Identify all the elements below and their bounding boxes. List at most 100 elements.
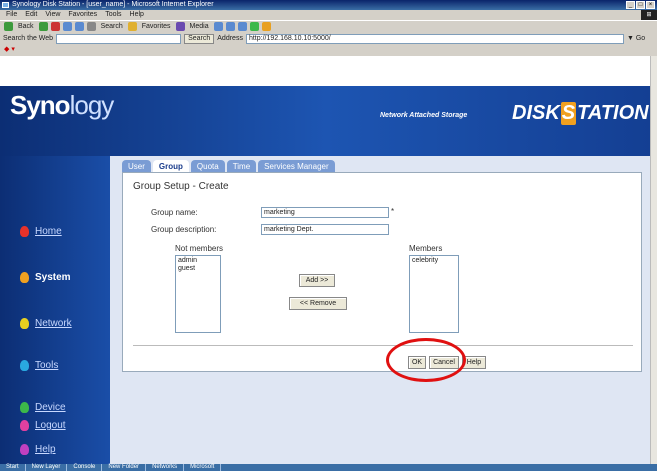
ds-logo-right: TATION [577,102,649,124]
refresh-icon[interactable] [62,22,72,31]
ds-logo-left: DISK [512,102,560,124]
favorites-icon[interactable] [127,22,137,31]
taskbar-item[interactable]: Networks [146,464,185,471]
links-bar: ◆ ▾ [0,45,657,55]
window-controls: _ □ × [626,1,655,9]
browser-toolbar: Back Search Favorites Media [0,20,657,32]
nav-item-tools[interactable]: Tools [20,360,58,371]
search-web-label: Search the Web [3,35,54,42]
synology-logo: Synology [10,90,115,121]
ds-logo-s: S [560,102,577,125]
search-button[interactable]: Search [99,23,125,30]
device-icon [20,402,29,413]
window-titlebar: Synology Disk Station - [user_name] - Mi… [0,0,657,10]
system-icon [20,272,29,283]
search-web-button[interactable]: Search [184,33,215,44]
taskbar-start[interactable]: Start [0,464,26,471]
list-item[interactable]: guest [178,265,218,273]
members-list[interactable]: celebrity [409,255,459,333]
menu-favorites[interactable]: Favorites [68,10,97,20]
menu-tools[interactable]: Tools [105,10,121,20]
taskbar-item[interactable]: New Layer [26,464,68,471]
nav-item-label: Home [35,226,62,237]
search-web-input[interactable] [56,33,182,44]
forward-icon[interactable] [38,22,48,31]
ie-icon [2,2,9,8]
group-name-label: Group name: [151,208,198,217]
address-label: Address [217,35,243,42]
group-setup-panel: Group Setup - Create Group name: marketi… [122,172,642,372]
nav-item-system[interactable]: System [20,272,71,283]
favorites-button[interactable]: Favorites [140,23,173,30]
maximize-icon[interactable]: □ [636,1,645,9]
help-icon [20,444,29,455]
not-members-list[interactable]: admin guest [175,255,221,333]
stop-icon[interactable] [50,22,60,31]
cancel-button[interactable]: Cancel [429,356,459,369]
search-icon[interactable] [86,22,96,31]
back-button[interactable]: Back [16,23,36,30]
add-button[interactable]: Add >> [299,274,335,287]
folder-icon[interactable] [261,22,271,31]
home-icon[interactable] [74,22,84,31]
nav-item-home[interactable]: Home [20,226,62,237]
print-icon[interactable] [237,22,247,31]
members-label: Members [409,244,443,253]
list-item[interactable]: celebrity [412,257,456,265]
disk-station-logo: DISK S TATION [512,102,649,125]
nav-item-device[interactable]: Device [20,402,66,413]
history-icon[interactable] [213,22,223,31]
required-mark: * [391,207,395,216]
network-icon [20,318,29,329]
logout-icon [20,420,29,431]
taskbar-item[interactable]: New Folder [102,464,147,471]
nav-item-label: Device [35,402,66,413]
nav-item-help[interactable]: Help [20,444,56,455]
brand-bold: Syno [10,90,71,120]
nav-item-label: Help [35,444,56,455]
group-description-label: Group description: [151,225,217,234]
main-content: User Group Quota Time Services Manager G… [110,156,650,464]
taskbar-item[interactable]: Microsoft [184,464,222,471]
nav-item-network[interactable]: Network [20,318,72,329]
tools-icon [20,360,29,371]
remove-button[interactable]: << Remove [289,297,347,310]
taskbar-item[interactable]: Console [67,464,103,471]
help-button[interactable]: Help [462,356,486,369]
page-viewport: Synology Network Attached Storage DISK S T… [0,56,650,464]
nav-item-label: Logout [35,420,66,431]
media-icon[interactable] [175,22,185,31]
go-button[interactable]: ▼ Go [627,35,645,42]
ok-button[interactable]: OK [408,356,426,369]
tagline: Network Attached Storage [380,112,468,119]
menu-view[interactable]: View [45,10,60,20]
nav-item-label: System [35,272,71,283]
messenger-icon[interactable] [249,22,259,31]
menu-edit[interactable]: Edit [25,10,37,20]
close-icon[interactable]: × [646,1,655,9]
nav-item-logout[interactable]: Logout [20,420,66,431]
back-icon[interactable] [4,22,13,31]
group-name-input[interactable]: marketing [261,207,389,218]
menu-bar: File Edit View Favorites Tools Help ⊞ [0,10,657,20]
address-bar: Search the Web Search Address http://192… [0,32,657,45]
minimize-icon[interactable]: _ [626,1,635,9]
menu-file[interactable]: File [6,10,17,20]
menu-help[interactable]: Help [130,10,144,20]
not-members-label: Not members [175,244,224,253]
home-icon [20,226,29,237]
taskbar: Start New Layer Console New Folder Netwo… [0,464,657,471]
media-button[interactable]: Media [188,23,211,30]
form-divider [133,345,633,346]
url-input[interactable]: http://192.168.10.10:5000/ [245,33,624,44]
mail-icon[interactable] [225,22,235,31]
group-description-input[interactable]: marketing Dept. [261,224,389,235]
windows-logo-icon: ⊞ [641,10,657,20]
nav-item-label: Tools [35,360,59,371]
nav-item-label: Network [35,318,72,329]
vertical-scrollbar[interactable] [650,56,657,464]
list-item[interactable]: admin [178,257,218,265]
links-icon[interactable]: ◆ ▾ [4,46,15,53]
window-title: Synology Disk Station - [user_name] - Mi… [12,1,214,8]
brand-light: logy [69,90,115,120]
